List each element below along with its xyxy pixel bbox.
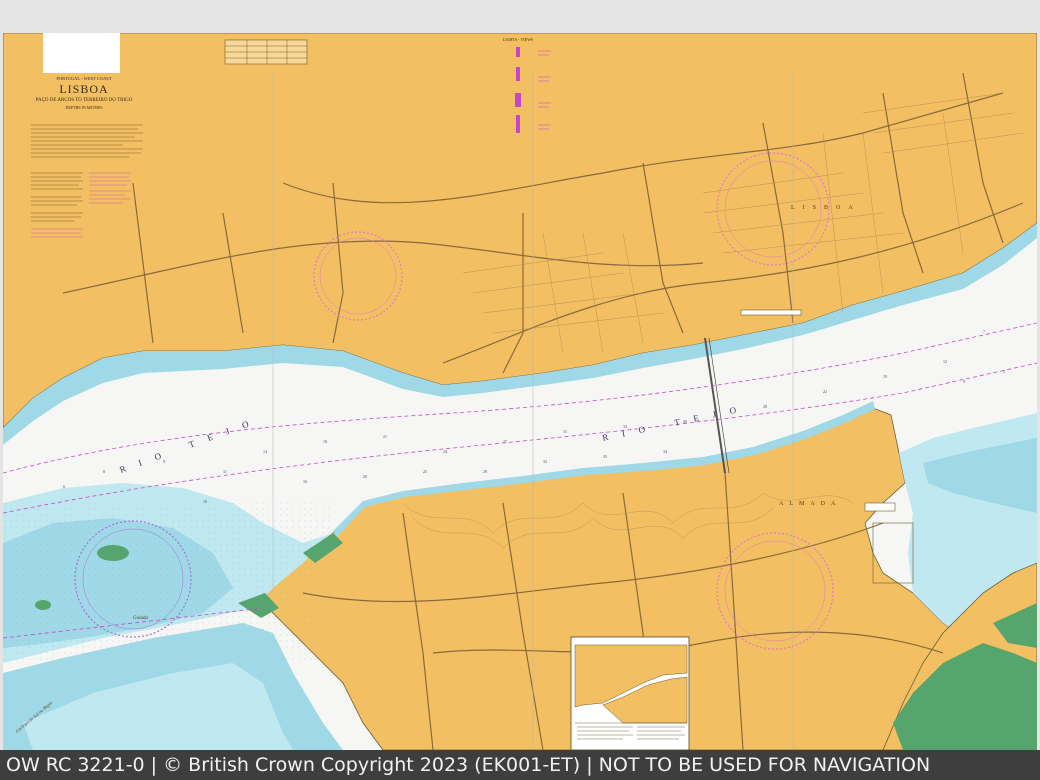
north-dock	[740, 309, 802, 316]
svg-text:34: 34	[663, 449, 667, 454]
nautical-chart[interactable]: 14 18 21 24 27 31 33 30 28 22 19 12 16 20 25 29 32 3…	[3, 33, 1037, 750]
top-margin	[0, 0, 1040, 33]
svg-text:11: 11	[223, 469, 227, 474]
south-dock	[864, 502, 896, 512]
svg-text:10: 10	[203, 499, 207, 504]
tidal-table	[224, 39, 308, 65]
chart-title: LISBOA	[59, 82, 108, 96]
svg-text:8: 8	[103, 469, 105, 474]
chart-subtitle: PAÇO DE ARCOS TO TERREIRO DO TRIGO	[36, 98, 133, 103]
lights-title: LIGHTS - VIEWS	[503, 37, 533, 42]
svg-text:9: 9	[963, 379, 965, 384]
inset-map	[570, 636, 690, 750]
svg-text:12: 12	[943, 359, 947, 364]
svg-text:5: 5	[1003, 369, 1005, 374]
svg-text:29: 29	[483, 469, 487, 474]
chart-stamp-panel	[43, 33, 120, 73]
svg-text:18: 18	[323, 439, 327, 444]
svg-text:32: 32	[543, 459, 547, 464]
svg-text:21: 21	[383, 434, 387, 439]
svg-text:14: 14	[263, 449, 267, 454]
svg-text:31: 31	[563, 429, 567, 434]
lisboa-city-label: LISBOA	[791, 205, 861, 211]
svg-text:16: 16	[303, 479, 307, 484]
svg-text:20: 20	[363, 474, 367, 479]
golada-drying	[97, 545, 129, 561]
svg-text:24: 24	[443, 449, 447, 454]
svg-text:35: 35	[603, 454, 607, 459]
chart-canvas: 141821 242731 333028 221912 162025 29323…	[3, 33, 1037, 750]
svg-text:7: 7	[983, 329, 985, 334]
golada-label: Golada	[133, 616, 149, 621]
copyright-footer: OW RC 3221-0 | © British Crown Copyright…	[0, 750, 1040, 780]
svg-text:28: 28	[763, 404, 767, 409]
depths-line: DEPTHS IN METRES	[65, 105, 102, 110]
svg-text:27: 27	[503, 439, 507, 444]
svg-text:9: 9	[163, 459, 165, 464]
svg-text:22: 22	[823, 389, 827, 394]
bugio-island	[35, 600, 51, 610]
svg-text:19: 19	[883, 374, 887, 379]
svg-text:6: 6	[63, 484, 65, 489]
svg-text:25: 25	[423, 469, 427, 474]
region-line: PORTUGAL - WEST COAST	[56, 76, 112, 81]
almada-label: ALMADA	[779, 501, 841, 507]
